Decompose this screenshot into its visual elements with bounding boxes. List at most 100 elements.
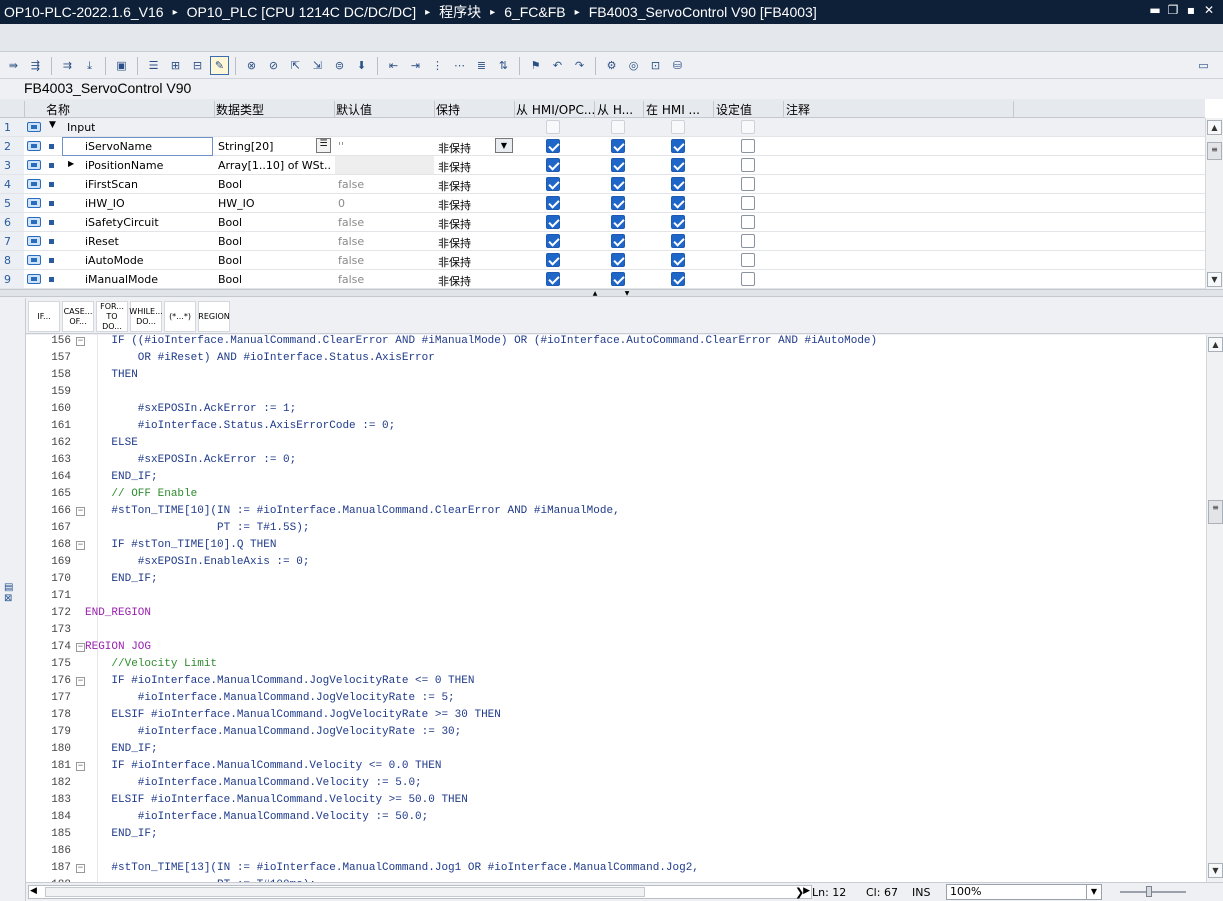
code-line[interactable]: 167 PT := T#1.5S); xyxy=(26,521,1206,538)
code-line[interactable]: 172 END_REGION xyxy=(26,606,1206,623)
st-template-button[interactable]: IF... xyxy=(28,301,60,332)
st-template-button[interactable]: FOR... TO DO... xyxy=(96,301,128,332)
var-type[interactable]: String[20] xyxy=(218,140,273,153)
code-line[interactable]: 162 ELSE xyxy=(26,436,1206,453)
fold-toggle-icon[interactable]: − xyxy=(76,762,85,771)
restore-icon[interactable]: ❐ xyxy=(1167,4,1179,16)
checkbox-hmi1[interactable] xyxy=(546,196,560,210)
var-name[interactable]: iHW_IO xyxy=(85,197,125,210)
checkbox-setp[interactable] xyxy=(741,158,755,172)
jump-icon[interactable]: ⇱ xyxy=(286,56,305,75)
prev-bookmark-icon[interactable]: ↶ xyxy=(548,56,567,75)
checkbox-hmi2[interactable] xyxy=(611,196,625,210)
breadcrumb-item[interactable]: OP10-PLC-2022.1.6_V16 xyxy=(4,4,164,20)
checkbox-setp[interactable] xyxy=(741,234,755,248)
compile-icon[interactable]: ⬇ xyxy=(352,56,371,75)
fold-toggle-icon[interactable]: − xyxy=(76,677,85,686)
chevron-down-icon[interactable]: ▼ xyxy=(495,138,513,153)
checkbox-setp[interactable] xyxy=(741,139,755,153)
watch-icon[interactable]: ⊜ xyxy=(330,56,349,75)
var-retain[interactable]: 非保持 xyxy=(438,178,471,194)
close-icon[interactable]: ✕ xyxy=(1203,4,1215,16)
var-type[interactable]: Bool xyxy=(218,178,242,191)
code-line[interactable]: 157 OR #iReset) AND #ioInterface.Status.… xyxy=(26,351,1206,368)
fold-toggle-icon[interactable]: − xyxy=(76,541,85,550)
interface-row[interactable]: 6 iSafetyCircuit Bool false 非保持 xyxy=(0,213,1205,232)
var-type[interactable]: Bool xyxy=(218,235,242,248)
panel-layout-icon[interactable]: ▭ xyxy=(1194,56,1213,75)
checkbox-setp[interactable] xyxy=(741,253,755,267)
scroll-thumb[interactable]: ≡ xyxy=(1208,500,1223,524)
code-line[interactable]: 160 #sxEPOSIn.AckError := 1; xyxy=(26,402,1206,419)
interface-row[interactable]: 8 iAutoMode Bool false 非保持 xyxy=(0,251,1205,270)
toggle-highlight-icon[interactable]: ✎ xyxy=(210,56,229,75)
fold-toggle-icon[interactable]: − xyxy=(76,643,85,652)
var-default[interactable]: false xyxy=(338,254,364,267)
checkbox-hmi1[interactable] xyxy=(546,120,560,134)
code-line[interactable]: 176− IF #ioInterface.ManualCommand.JogVe… xyxy=(26,674,1206,691)
var-name[interactable]: iPositionName xyxy=(85,159,163,172)
chevron-down-icon[interactable]: ▼ xyxy=(1086,885,1101,899)
code-line[interactable]: 156− IF ((#ioInterface.ManualCommand.Cle… xyxy=(26,335,1206,351)
checkbox-setp[interactable] xyxy=(741,177,755,191)
interface-row[interactable]: 1 ▼ Input xyxy=(0,118,1205,137)
scroll-down-icon[interactable]: ▼ xyxy=(1208,863,1223,878)
minimize-icon[interactable]: ▬ xyxy=(1149,4,1161,16)
var-type[interactable]: HW_IO xyxy=(218,197,255,210)
code-line[interactable]: 177 #ioInterface.ManualCommand.JogVeloci… xyxy=(26,691,1206,708)
nav-right-icon[interactable]: ❯ xyxy=(795,886,804,899)
var-name[interactable]: iReset xyxy=(85,235,119,248)
fold-toggle-icon[interactable]: − xyxy=(76,507,85,516)
interface-row[interactable]: 9 iManualMode Bool false 非保持 xyxy=(0,270,1205,289)
code-line[interactable]: 165 // OFF Enable xyxy=(26,487,1206,504)
code-line[interactable]: 174− REGION JOG xyxy=(26,640,1206,657)
var-retain[interactable]: 非保持 xyxy=(438,254,471,270)
code-line[interactable]: 166− #stTon_TIME[10](IN := #ioInterface.… xyxy=(26,504,1206,521)
var-type[interactable]: Bool xyxy=(218,254,242,267)
slider-knob[interactable] xyxy=(1146,886,1152,897)
var-default[interactable]: false xyxy=(338,178,364,191)
code-line[interactable]: 159 xyxy=(26,385,1206,402)
breadcrumb-item[interactable]: FB4003_ServoControl V90 [FB4003] xyxy=(589,4,817,20)
jump-back-icon[interactable]: ⇲ xyxy=(308,56,327,75)
code-line[interactable]: 171 xyxy=(26,589,1206,606)
export-icon[interactable]: ⇉ xyxy=(58,56,77,75)
interface-row[interactable]: 5 iHW_IO HW_IO 0 非保持 xyxy=(0,194,1205,213)
var-default[interactable]: false xyxy=(338,235,364,248)
code-line[interactable]: 168− IF #stTon_TIME[10].Q THEN xyxy=(26,538,1206,555)
sim-icon[interactable]: ⊡ xyxy=(646,56,665,75)
checkbox-hmi1[interactable] xyxy=(546,139,560,153)
symbol-table-icon[interactable]: ⊟ xyxy=(188,56,207,75)
breadcrumb-item[interactable]: 6_FC&FB xyxy=(504,4,565,20)
interface-row[interactable]: 7 iReset Bool false 非保持 xyxy=(0,232,1205,251)
checkbox-hmi3[interactable] xyxy=(671,196,685,210)
type-picker-icon[interactable]: ☰ xyxy=(316,138,331,153)
var-type[interactable]: Bool xyxy=(218,273,242,286)
checkbox-hmi2[interactable] xyxy=(611,234,625,248)
code-line[interactable]: 187− #stTon_TIME[13](IN := #ioInterface.… xyxy=(26,861,1206,878)
column-header[interactable]: 名称 xyxy=(46,101,70,118)
checkbox-hmi1[interactable] xyxy=(546,177,560,191)
var-retain[interactable]: 非保持 xyxy=(438,216,471,232)
column-header[interactable]: 从 HMI/OPC... xyxy=(516,101,595,118)
checkbox-setp[interactable] xyxy=(741,196,755,210)
scroll-thumb[interactable]: ≡ xyxy=(1207,142,1222,160)
indent-right-icon[interactable]: ⇥ xyxy=(406,56,425,75)
code-editor[interactable]: 156− IF ((#ioInterface.ManualCommand.Cle… xyxy=(26,335,1206,882)
fold-toggle-icon[interactable]: − xyxy=(76,864,85,873)
checkbox-hmi3[interactable] xyxy=(671,158,685,172)
checkbox-setp[interactable] xyxy=(741,272,755,286)
code-line[interactable]: 161 #ioInterface.Status.AxisErrorCode :=… xyxy=(26,419,1206,436)
expand-icon[interactable]: ▶ xyxy=(68,159,74,168)
checkbox-hmi3[interactable] xyxy=(671,234,685,248)
checkbox-hmi3[interactable] xyxy=(671,215,685,229)
sort-icon[interactable]: ⇅ xyxy=(494,56,513,75)
code-line[interactable]: 175 //Velocity Limit xyxy=(26,657,1206,674)
var-retain[interactable]: 非保持 xyxy=(438,273,471,289)
code-line[interactable]: 169 #sxEPOSIn.EnableAxis := 0; xyxy=(26,555,1206,572)
checkbox-hmi2[interactable] xyxy=(611,215,625,229)
var-retain[interactable]: 非保持 xyxy=(438,197,471,213)
var-default[interactable]: false xyxy=(338,216,364,229)
uncomment-icon[interactable]: ⋯ xyxy=(450,56,469,75)
download-icon[interactable]: ⤓ xyxy=(80,56,99,75)
